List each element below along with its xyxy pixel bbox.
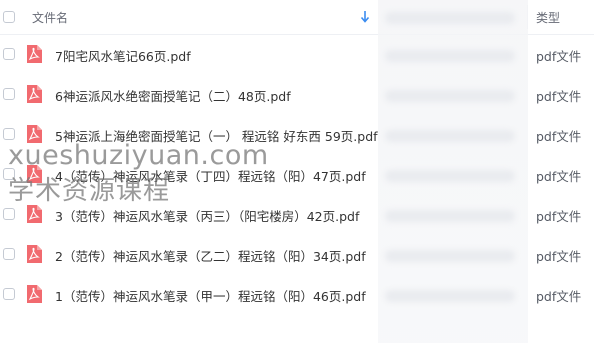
file-type: pdf文件 xyxy=(536,89,582,104)
pdf-file-icon xyxy=(27,165,42,183)
sort-descending-arrow-icon[interactable] xyxy=(360,10,370,24)
pdf-file-icon xyxy=(27,245,42,263)
file-row[interactable]: 6神运派风水绝密面授笔记（二）48页.pdf pdf文件 xyxy=(0,74,594,114)
file-name[interactable]: 3（范传）神运风水笔录（丙三）（阳宅楼房）42页.pdf xyxy=(55,206,359,225)
file-list-panel: 文件名 类型 7阳宅风水笔记66页.pdf pdf文件 6神运派风水绝密面授笔记… xyxy=(0,0,594,343)
row-checkbox[interactable] xyxy=(3,88,15,100)
pdf-file-icon xyxy=(27,205,42,223)
file-name[interactable]: 4（范传）神运风水笔录（丁四）程远铭（阳）47页.pdf xyxy=(55,166,366,185)
pdf-file-icon xyxy=(27,85,42,103)
file-row[interactable]: 4（范传）神运风水笔录（丁四）程远铭（阳）47页.pdf pdf文件 xyxy=(0,154,594,194)
pdf-file-icon xyxy=(27,285,42,303)
column-header-filename[interactable]: 文件名 xyxy=(32,9,68,26)
file-row[interactable]: 5神运派上海绝密面授笔记（一） 程远铭 好东西 59页.pdf pdf文件 xyxy=(0,114,594,154)
file-type: pdf文件 xyxy=(536,169,582,184)
row-checkbox[interactable] xyxy=(3,288,15,300)
file-name[interactable]: 2（范传）神运风水笔录（乙二）程远铭（阳）34页.pdf xyxy=(55,246,366,265)
column-header-type[interactable]: 类型 xyxy=(536,9,560,26)
file-row[interactable]: 2（范传）神运风水笔录（乙二）程远铭（阳）34页.pdf pdf文件 xyxy=(0,234,594,274)
file-name[interactable]: 1（范传）神运风水笔录（甲一）程远铭（阳）46页.pdf xyxy=(55,286,366,305)
file-name[interactable]: 6神运派风水绝密面授笔记（二）48页.pdf xyxy=(55,86,291,105)
file-row[interactable]: 7阳宅风水笔记66页.pdf pdf文件 xyxy=(0,34,594,74)
file-name[interactable]: 7阳宅风水笔记66页.pdf xyxy=(55,46,191,65)
row-checkbox[interactable] xyxy=(3,168,15,180)
pdf-file-icon xyxy=(27,125,42,143)
file-type: pdf文件 xyxy=(536,209,582,224)
file-type: pdf文件 xyxy=(536,129,582,144)
row-checkbox[interactable] xyxy=(3,248,15,260)
file-type: pdf文件 xyxy=(536,289,582,304)
file-type: pdf文件 xyxy=(536,249,582,264)
blurred-cell xyxy=(385,12,515,24)
row-checkbox[interactable] xyxy=(3,128,15,140)
pdf-file-icon xyxy=(27,45,42,63)
file-name[interactable]: 5神运派上海绝密面授笔记（一） 程远铭 好东西 59页.pdf xyxy=(55,126,378,145)
select-all-checkbox[interactable] xyxy=(3,11,15,23)
row-checkbox[interactable] xyxy=(3,48,15,60)
file-row[interactable]: 3（范传）神运风水笔录（丙三）（阳宅楼房）42页.pdf pdf文件 xyxy=(0,194,594,234)
file-row[interactable]: 1（范传）神运风水笔录（甲一）程远铭（阳）46页.pdf pdf文件 xyxy=(0,274,594,314)
row-checkbox[interactable] xyxy=(3,208,15,220)
file-type: pdf文件 xyxy=(536,49,582,64)
